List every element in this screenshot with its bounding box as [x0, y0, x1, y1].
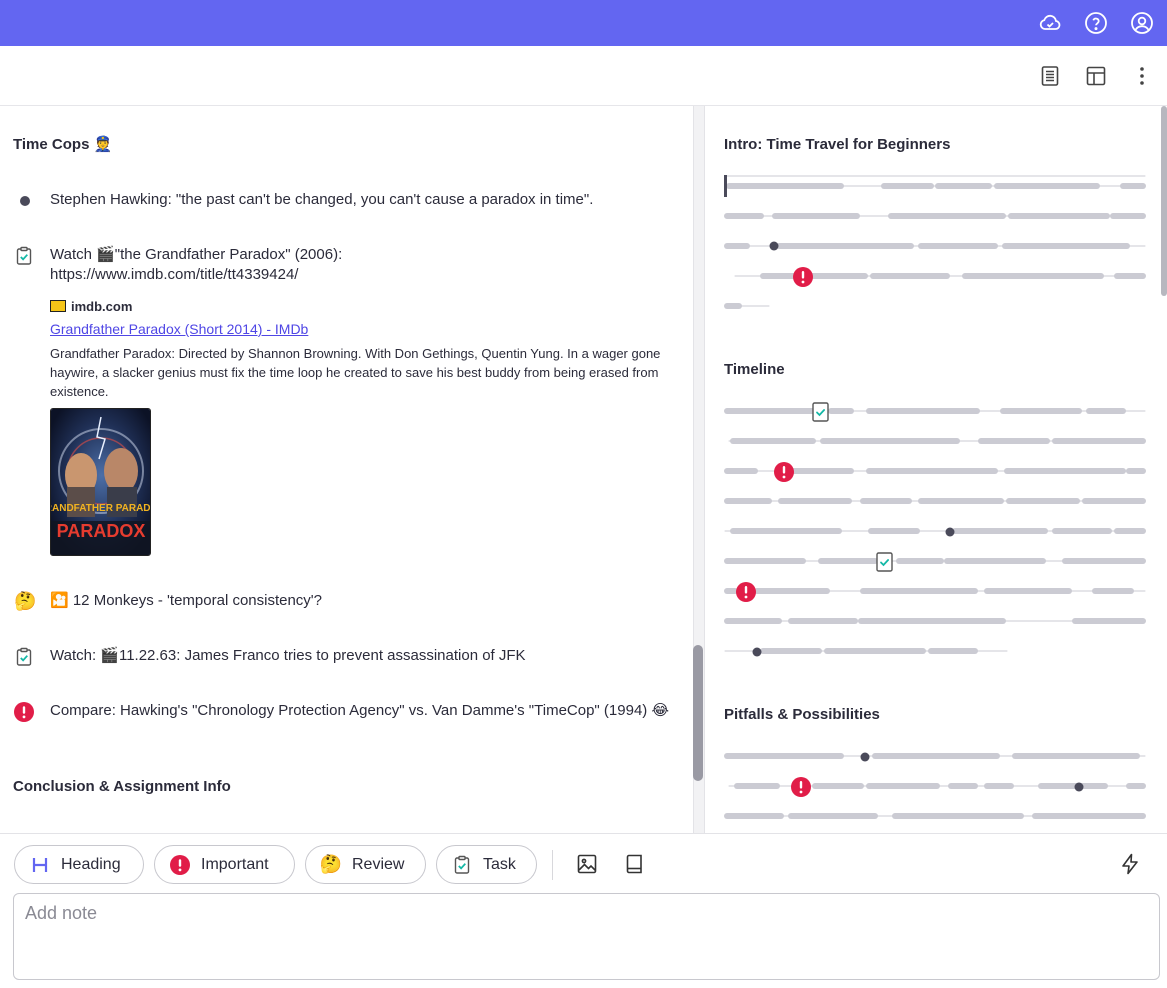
- note-item[interactable]: Stephen Hawking: "the past can't be chan…: [50, 190, 670, 210]
- composer: Heading Important 🤔 Review Task: [0, 833, 1167, 988]
- note-item[interactable]: 🎦 12 Monkeys - 'temporal consistency'?: [50, 591, 670, 611]
- important-icon: [169, 854, 191, 876]
- bullet-icon: [20, 196, 30, 206]
- lightning-icon[interactable]: [1118, 852, 1142, 876]
- cloud-check-icon[interactable]: [1038, 11, 1062, 35]
- heading-icon: [29, 854, 51, 876]
- important-icon[interactable]: [14, 702, 34, 722]
- task-chip-label: Task: [483, 855, 516, 873]
- imdb-favicon-icon: [50, 300, 66, 312]
- important-chip-button[interactable]: Important: [154, 845, 295, 884]
- heading-chip-label: Heading: [61, 855, 121, 873]
- link-site-label: imdb.com: [71, 298, 133, 314]
- task-icon: [451, 854, 473, 876]
- section-heading: Time Cops 👮: [13, 136, 113, 153]
- task-icon: [876, 552, 893, 572]
- link-preview-card: imdb.com Grandfather Paradox (Short 2014…: [50, 296, 670, 556]
- outline-scrollbar-thumb[interactable]: [1161, 106, 1167, 296]
- scrollbar-thumb[interactable]: [693, 645, 703, 781]
- task-icon[interactable]: [14, 647, 34, 667]
- review-chip-label: Review: [352, 855, 405, 873]
- account-icon[interactable]: [1130, 11, 1154, 35]
- notebook-icon[interactable]: [623, 852, 647, 876]
- outline-minimap[interactable]: [705, 106, 1161, 833]
- movie-poster-image[interactable]: GRANDFATHER PARADOX PARADOX: [50, 408, 151, 556]
- outline-lines-intro: [724, 175, 1146, 309]
- image-icon[interactable]: [575, 852, 599, 876]
- outline-lines-timeline: [724, 402, 1146, 657]
- task-icon: [812, 402, 829, 422]
- add-note-input[interactable]: [13, 893, 1160, 980]
- link-site: imdb.com: [50, 296, 670, 316]
- task-chip-button[interactable]: Task: [436, 845, 537, 884]
- more-vert-icon[interactable]: [1130, 64, 1154, 88]
- note-item[interactable]: Compare: Hawking's "Chronology Protectio…: [50, 701, 670, 721]
- heading-chip-button[interactable]: Heading: [14, 845, 144, 884]
- thinking-face-icon[interactable]: 🤔: [14, 591, 36, 612]
- note-url: https://www.imdb.com/title/tt4339424/: [50, 266, 299, 283]
- svg-text:PARADOX: PARADOX: [57, 521, 146, 541]
- note-item[interactable]: Watch 🎬"the Grandfather Paradox" (2006):…: [50, 245, 670, 285]
- poster-title: GRANDFATHER PARADOX: [51, 503, 151, 514]
- task-icon[interactable]: [14, 246, 34, 266]
- note-text: Watch 🎬"the Grandfather Paradox" (2006):: [50, 246, 343, 263]
- link-title[interactable]: Grandfather Paradox (Short 2014) - IMDb: [50, 321, 670, 337]
- notes-pane[interactable]: Time Cops 👮 Stephen Hawking: "the past c…: [0, 106, 693, 833]
- divider: [552, 850, 553, 880]
- thinking-face-icon: 🤔: [319, 854, 343, 875]
- review-chip-button[interactable]: 🤔 Review: [305, 845, 426, 884]
- outline-pane[interactable]: Intro: Time Travel for Beginners Timelin…: [705, 106, 1161, 833]
- top-bar: [0, 0, 1167, 46]
- section-heading: Conclusion & Assignment Info: [13, 778, 231, 795]
- note-item[interactable]: Watch: 🎬11.22.63: James Franco tries to …: [50, 646, 670, 666]
- document-view-icon[interactable]: [1038, 64, 1062, 88]
- layout-icon[interactable]: [1084, 64, 1108, 88]
- outline-lines-pitfalls: [724, 752, 1146, 819]
- important-chip-label: Important: [201, 855, 269, 873]
- link-description: Grandfather Paradox: Directed by Shannon…: [50, 346, 661, 399]
- view-toolbar: [0, 46, 1167, 106]
- help-icon[interactable]: [1084, 11, 1108, 35]
